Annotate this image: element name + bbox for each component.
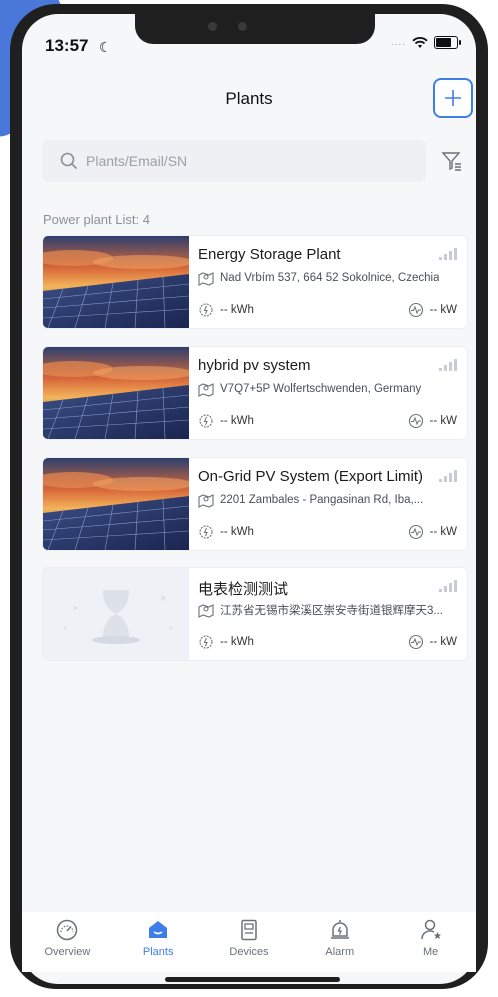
power-pulse-icon: [408, 302, 423, 318]
energy-value: -- kWh: [220, 415, 254, 427]
tab-devices-label: Devices: [229, 946, 269, 958]
plant-thumbnail: [43, 236, 189, 328]
energy-gear-icon: [199, 635, 213, 649]
power-value: -- kW: [429, 526, 457, 538]
energy-gear-icon: [199, 414, 213, 428]
filter-icon[interactable]: [440, 149, 464, 173]
tab-devices[interactable]: Devices: [209, 912, 289, 972]
user-star-icon: [420, 919, 441, 940]
power-value: -- kW: [429, 415, 457, 427]
energy-gear-icon: [199, 303, 213, 317]
plant-address: V7Q7+5P Wolfertschwenden, Germany: [220, 383, 422, 395]
plant-thumbnail: [43, 458, 189, 550]
energy-metric: -- kWh: [198, 413, 254, 429]
power-metric: -- kW: [408, 302, 457, 318]
camera-notch: [135, 10, 375, 44]
home-icon: [149, 921, 168, 938]
plant-name: Energy Storage Plant: [198, 246, 341, 263]
tab-alarm[interactable]: Alarm: [300, 912, 380, 972]
moon-icon: ☾: [99, 39, 112, 55]
add-plant-button[interactable]: [433, 78, 473, 118]
plant-address-row: 2201 Zambales - Pangasinan Rd, Iba,...: [198, 492, 456, 508]
device-icon: [241, 919, 257, 941]
page-title: Plants: [225, 89, 273, 108]
plant-address-row: Nad Vrbím 537, 664 52 Sokolnice, Czechia: [198, 270, 456, 286]
search-input[interactable]: Plants/Email/SN: [42, 140, 426, 182]
signal-icon: [439, 359, 457, 371]
header: Plants: [22, 80, 476, 120]
power-value: -- kW: [429, 304, 457, 316]
plant-name: On-Grid PV System (Export Limit): [198, 468, 424, 485]
home-indicator: [165, 977, 340, 982]
power-pulse-icon: [408, 524, 423, 540]
search-icon: [60, 152, 78, 170]
plant-card[interactable]: On-Grid PV System (Export Limit) 2201 Za…: [42, 457, 468, 551]
energy-value: -- kWh: [220, 636, 254, 648]
plant-name: 电表检测测试: [198, 581, 289, 598]
location-map-icon: [198, 383, 214, 397]
wifi-icon: [412, 36, 428, 48]
energy-metric: -- kWh: [198, 524, 254, 540]
power-metric: -- kW: [408, 634, 457, 650]
alarm-bell-icon: [330, 920, 349, 939]
power-value: -- kW: [429, 636, 457, 648]
search-placeholder: Plants/Email/SN: [86, 153, 188, 169]
tab-alarm-label: Alarm: [325, 946, 355, 958]
location-map-icon: [198, 272, 214, 286]
plant-card[interactable]: Energy Storage Plant Nad Vrbím 537, 664 …: [42, 235, 468, 329]
cellular-icon: ....: [390, 37, 406, 48]
power-metric: -- kW: [408, 413, 457, 429]
tab-plants-label: Plants: [142, 946, 174, 958]
battery-icon: [434, 36, 461, 49]
power-metric: -- kW: [408, 524, 457, 540]
energy-gear-icon: [199, 525, 213, 539]
plant-address-row: 江苏省无锡市梁溪区崇安寺街道银辉摩天3...: [198, 602, 456, 618]
energy-value: -- kWh: [220, 526, 254, 538]
location-map-icon: [198, 604, 214, 618]
plant-address: Nad Vrbím 537, 664 52 Sokolnice, Czechia: [220, 272, 440, 284]
bottom-tab-bar: Overview Plants Devices Alarm Me: [22, 912, 476, 972]
status-time: 13:57: [45, 36, 89, 55]
tab-plants[interactable]: Plants: [118, 912, 198, 972]
signal-icon: [439, 470, 457, 482]
tab-overview[interactable]: Overview: [27, 912, 107, 972]
plant-name: hybrid pv system: [198, 357, 311, 374]
power-pulse-icon: [408, 634, 423, 650]
location-map-icon: [198, 494, 214, 508]
plant-thumbnail: [43, 568, 189, 660]
signal-icon: [439, 248, 457, 260]
plant-list-count: Power plant List: 4: [43, 212, 150, 227]
signal-icon: [439, 580, 457, 592]
tab-me-label: Me: [422, 946, 439, 958]
power-pulse-icon: [408, 413, 423, 429]
status-indicators: ....: [390, 36, 461, 49]
tab-me[interactable]: Me: [391, 912, 471, 972]
plant-card[interactable]: 电表检测测试 江苏省无锡市梁溪区崇安寺街道银辉摩天3... -- kWh -- …: [42, 567, 468, 661]
plus-icon: [445, 90, 461, 106]
plant-address: 江苏省无锡市梁溪区崇安寺街道银辉摩天3...: [220, 605, 443, 617]
plant-address: 2201 Zambales - Pangasinan Rd, Iba,...: [220, 494, 424, 506]
plant-address-row: V7Q7+5P Wolfertschwenden, Germany: [198, 381, 456, 397]
gauge-icon: [57, 919, 78, 941]
energy-metric: -- kWh: [198, 302, 254, 318]
energy-metric: -- kWh: [198, 634, 254, 650]
plant-thumbnail: [43, 347, 189, 439]
plant-card[interactable]: hybrid pv system V7Q7+5P Wolfertschwende…: [42, 346, 468, 440]
tab-overview-label: Overview: [44, 946, 91, 958]
energy-value: -- kWh: [220, 304, 254, 316]
